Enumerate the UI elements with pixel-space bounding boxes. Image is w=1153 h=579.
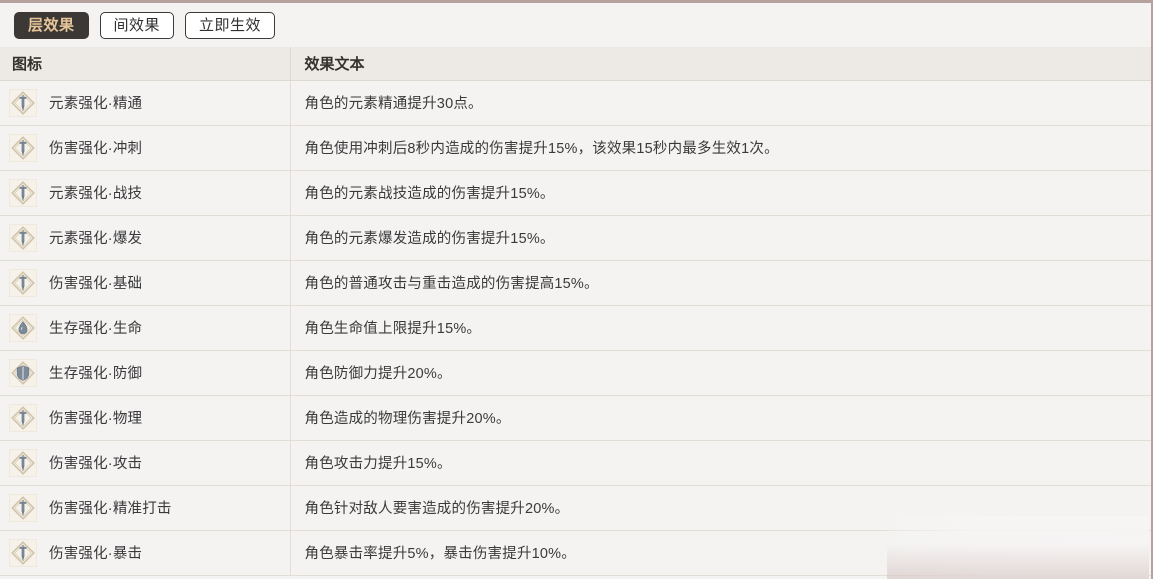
sword-icon xyxy=(9,223,37,252)
sword-icon xyxy=(9,448,37,477)
effect-text-cell: 角色生命值上限提升15%。 xyxy=(289,305,1151,351)
effect-name: 伤害强化·物理 xyxy=(49,411,143,427)
sword-icon xyxy=(9,268,37,297)
droplet-icon xyxy=(9,313,37,342)
table-header-row: 图标 效果文本 xyxy=(0,47,1151,81)
effect-icon-cell: 伤害强化·暴击 xyxy=(0,530,290,576)
effect-name: 元素强化·战技 xyxy=(49,186,143,202)
effect-text-cell: 角色攻击力提升15%。 xyxy=(289,440,1151,486)
tab-0[interactable]: 层效果 xyxy=(14,11,89,39)
effect-name: 生存强化·生命 xyxy=(49,321,143,337)
sword-icon xyxy=(9,538,37,567)
effect-text-cell: 角色针对敌人要害造成的伤害提升20%。 xyxy=(289,485,1151,531)
effect-icon-cell: 生存强化·生命 xyxy=(0,305,290,351)
table-row: 元素强化·战技 角色的元素战技造成的伤害提升15%。 xyxy=(0,170,1151,216)
effect-name: 伤害强化·精准打击 xyxy=(49,501,172,517)
effect-icon-cell: 生存强化·防御 xyxy=(0,350,290,396)
table-row: 伤害强化·基础 角色的普通攻击与重击造成的伤害提高15%。 xyxy=(0,260,1151,306)
effect-icon-cell: 伤害强化·精准打击 xyxy=(0,485,290,531)
effect-name: 生存强化·防御 xyxy=(49,366,143,382)
effect-text-cell: 角色的普通攻击与重击造成的伤害提高15%。 xyxy=(289,260,1151,306)
effects-table: 图标 效果文本 元素强化·精通 角色的元素精通提升30点。伤害强化·冲刺 角色使用冲… xyxy=(0,47,1151,576)
tab-1[interactable]: 间效果 xyxy=(99,11,175,39)
effect-text-cell: 角色的元素精通提升30点。 xyxy=(289,80,1151,126)
sword-icon xyxy=(9,133,37,162)
effect-icon-cell: 伤害强化·物理 xyxy=(0,395,290,441)
effect-icon-cell: 伤害强化·基础 xyxy=(0,260,290,306)
effect-icon-cell: 元素强化·精通 xyxy=(0,80,290,126)
table-row: 伤害强化·暴击 角色暴击率提升5%，暴击伤害提升10%。 xyxy=(0,530,1151,576)
effect-icon-cell: 伤害强化·攻击 xyxy=(0,440,290,486)
table-head: 图标 效果文本 xyxy=(0,47,1151,81)
effect-name: 伤害强化·暴击 xyxy=(49,546,143,562)
effect-text-cell: 角色使用冲刺后8秒内造成的伤害提升15%，该效果15秒内最多生效1次。 xyxy=(289,125,1151,171)
effects-panel: 层效果 间效果 立即生效 图标 效果文本 元素强化·精通 角色的元素精通提升30点。伤… xyxy=(0,0,1153,579)
sword-icon xyxy=(9,403,37,432)
effect-name: 元素强化·爆发 xyxy=(49,231,143,247)
effect-icon-cell: 元素强化·战技 xyxy=(0,170,290,216)
tab-2[interactable]: 立即生效 xyxy=(185,11,276,39)
tab-bar: 层效果 间效果 立即生效 xyxy=(0,3,1151,47)
effect-text-cell: 角色的元素爆发造成的伤害提升15%。 xyxy=(289,215,1151,261)
effect-text-cell: 角色防御力提升20%。 xyxy=(289,350,1151,396)
table-row: 伤害强化·冲刺 角色使用冲刺后8秒内造成的伤害提升15%，该效果15秒内最多生效1… xyxy=(0,125,1151,171)
effect-name: 伤害强化·冲刺 xyxy=(49,141,143,157)
table-row: 伤害强化·物理 角色造成的物理伤害提升20%。 xyxy=(0,395,1151,441)
effect-icon-cell: 伤害强化·冲刺 xyxy=(0,125,290,171)
sword-icon xyxy=(9,493,37,522)
effect-name: 伤害强化·攻击 xyxy=(49,456,143,472)
table-body: 元素强化·精通 角色的元素精通提升30点。伤害强化·冲刺 角色使用冲刺后8秒内造成的… xyxy=(0,80,1151,576)
shield-icon xyxy=(9,358,37,387)
sword-icon xyxy=(9,88,37,117)
table-row: 生存强化·生命 角色生命值上限提升15%。 xyxy=(0,305,1151,351)
table-row: 伤害强化·精准打击 角色针对敌人要害造成的伤害提升20%。 xyxy=(0,485,1151,531)
effect-name: 伤害强化·基础 xyxy=(49,276,143,292)
table-row: 元素强化·精通 角色的元素精通提升30点。 xyxy=(0,80,1151,126)
column-header-icon: 图标 xyxy=(0,47,290,81)
effect-text-cell: 角色暴击率提升5%，暴击伤害提升10%。 xyxy=(289,530,1151,576)
column-header-effect-text: 效果文本 xyxy=(289,47,1151,81)
table-row: 生存强化·防御 角色防御力提升20%。 xyxy=(0,350,1151,396)
table-row: 元素强化·爆发 角色的元素爆发造成的伤害提升15%。 xyxy=(0,215,1151,261)
effect-name: 元素强化·精通 xyxy=(49,96,143,112)
table-row: 伤害强化·攻击 角色攻击力提升15%。 xyxy=(0,440,1151,486)
effect-text-cell: 角色造成的物理伤害提升20%。 xyxy=(289,395,1151,441)
effect-icon-cell: 元素强化·爆发 xyxy=(0,215,290,261)
effect-text-cell: 角色的元素战技造成的伤害提升15%。 xyxy=(289,170,1151,216)
sword-icon xyxy=(9,178,37,207)
